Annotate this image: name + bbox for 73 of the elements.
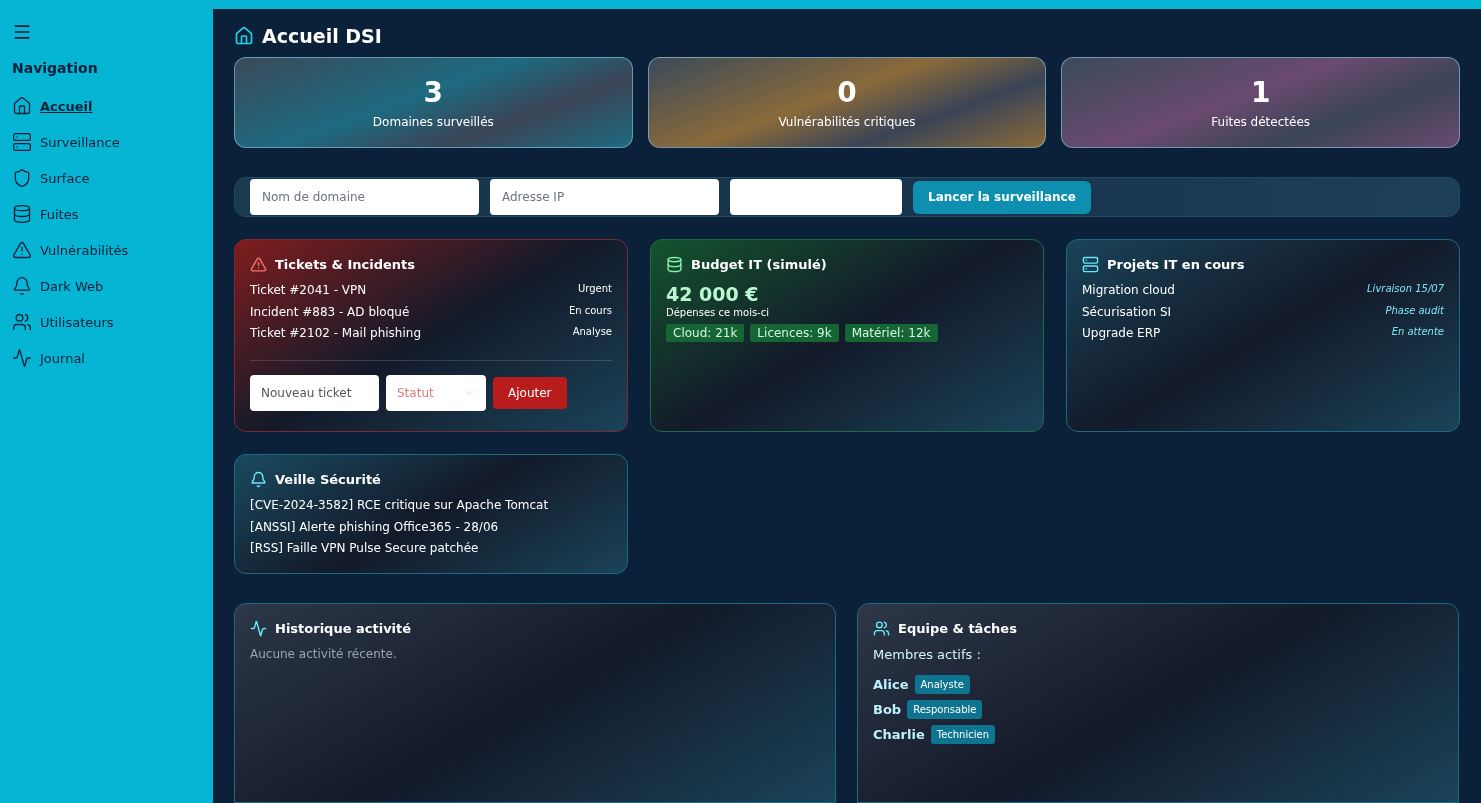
project-status: En attente <box>1391 326 1444 337</box>
users-icon <box>873 620 890 637</box>
database-icon <box>12 204 32 224</box>
empty-message: Aucune activité récente. <box>250 647 398 661</box>
sidebar-item[interactable]: Surveillance <box>12 124 120 160</box>
server-icon <box>1082 256 1099 273</box>
card-title: Historique activité <box>275 621 412 636</box>
project-status: Phase audit <box>1385 304 1444 316</box>
role-tag: Responsable <box>907 700 983 719</box>
shield-icon <box>12 168 32 188</box>
sidebar-title: Navigation <box>12 60 99 76</box>
stat-value: 3 <box>423 76 444 109</box>
stat-label: Domaines surveillés <box>372 115 494 129</box>
input-field[interactable] <box>730 179 902 215</box>
pulse-icon <box>12 348 32 368</box>
role-tag: Analyste <box>914 675 970 694</box>
ticket-status: Urgent <box>578 283 612 294</box>
card-title: Tickets & Incidents <box>275 257 416 272</box>
home-icon <box>234 26 254 46</box>
project-name: Upgrade ERP <box>1082 326 1161 340</box>
ticket-label: Ticket #2041 - VPN <box>250 283 367 297</box>
page-title: Accueil DSI <box>262 25 382 47</box>
role-tag: Technicien <box>930 725 995 744</box>
watch-item: [CVE-2024-3582] RCE critique sur Apache Tomcat <box>250 498 550 514</box>
bell-icon <box>250 471 267 488</box>
stat-label: Fuites détectées <box>1211 115 1311 129</box>
sidebar-item[interactable]: Accueil <box>12 88 93 124</box>
input-field[interactable]: Adresse IP <box>490 179 719 215</box>
menu-icon <box>12 22 32 42</box>
input-field[interactable]: Nom de domaine <box>250 179 479 215</box>
member-name: Charlie <box>873 727 925 742</box>
card-title: Veille Sécurité <box>275 472 381 487</box>
server-icon <box>12 132 32 152</box>
card-title: Projets IT en cours <box>1107 257 1245 272</box>
sidebar-item[interactable]: Utilisateurs <box>12 304 114 340</box>
project-name: Sécurisation SI <box>1082 304 1172 319</box>
bell-icon <box>12 276 32 296</box>
ticket-status: En cours <box>568 304 612 316</box>
menu-button[interactable] <box>12 22 32 42</box>
users-icon <box>12 312 32 332</box>
database-icon <box>666 256 683 273</box>
warning-icon <box>12 240 32 260</box>
stat-value: 0 <box>837 76 857 109</box>
member-name: Alice <box>873 677 909 692</box>
stat-value: 1 <box>1250 76 1271 109</box>
sidebar-item[interactable]: Fuites <box>12 196 79 232</box>
sidebar-item[interactable]: Dark Web <box>12 268 104 304</box>
start-monitoring-button[interactable]: Lancer la surveillance <box>913 180 1091 214</box>
add-button[interactable]: Ajouter <box>493 376 567 409</box>
watch-item: [ANSSI] Alerte phishing Office365 - 28/06 <box>250 519 500 536</box>
ticket-label: Ticket #2102 - Mail phishing <box>250 326 422 340</box>
project-status: Livraison 15/07 <box>1367 283 1444 294</box>
sidebar-item[interactable]: Journal <box>12 340 85 376</box>
watch-item: [RSS] Faille VPN Pulse Secure patchée <box>250 541 480 557</box>
card-title: Equipe & tâches <box>898 621 1017 636</box>
stat-label: Vulnérabilités critiques <box>778 115 916 129</box>
pulse-icon <box>250 620 267 637</box>
home-icon <box>12 96 32 116</box>
ticket-label: Incident #883 - AD bloqué <box>250 304 410 319</box>
budget-tag: Matériel: 12k <box>844 324 938 342</box>
budget-tag: Cloud: 21k <box>666 324 745 342</box>
member-name: Bob <box>873 702 902 717</box>
warning-icon <box>250 256 267 273</box>
project-name: Migration cloud <box>1082 283 1175 297</box>
sidebar-item[interactable]: Surface <box>12 160 90 196</box>
ticket-status: Analyse <box>572 326 612 337</box>
members-label: Membres actifs : <box>873 647 982 662</box>
new-ticket-field[interactable]: Nouveau ticket <box>250 374 379 411</box>
budget-tag: Licences: 9k <box>750 324 839 342</box>
budget-amount: 42 000 € <box>666 283 760 305</box>
card-title: Budget IT (simulé) <box>691 257 827 272</box>
sidebar-item[interactable]: Vulnérabilités <box>12 232 129 268</box>
budget-caption: Dépenses ce mois-ci <box>666 307 770 318</box>
